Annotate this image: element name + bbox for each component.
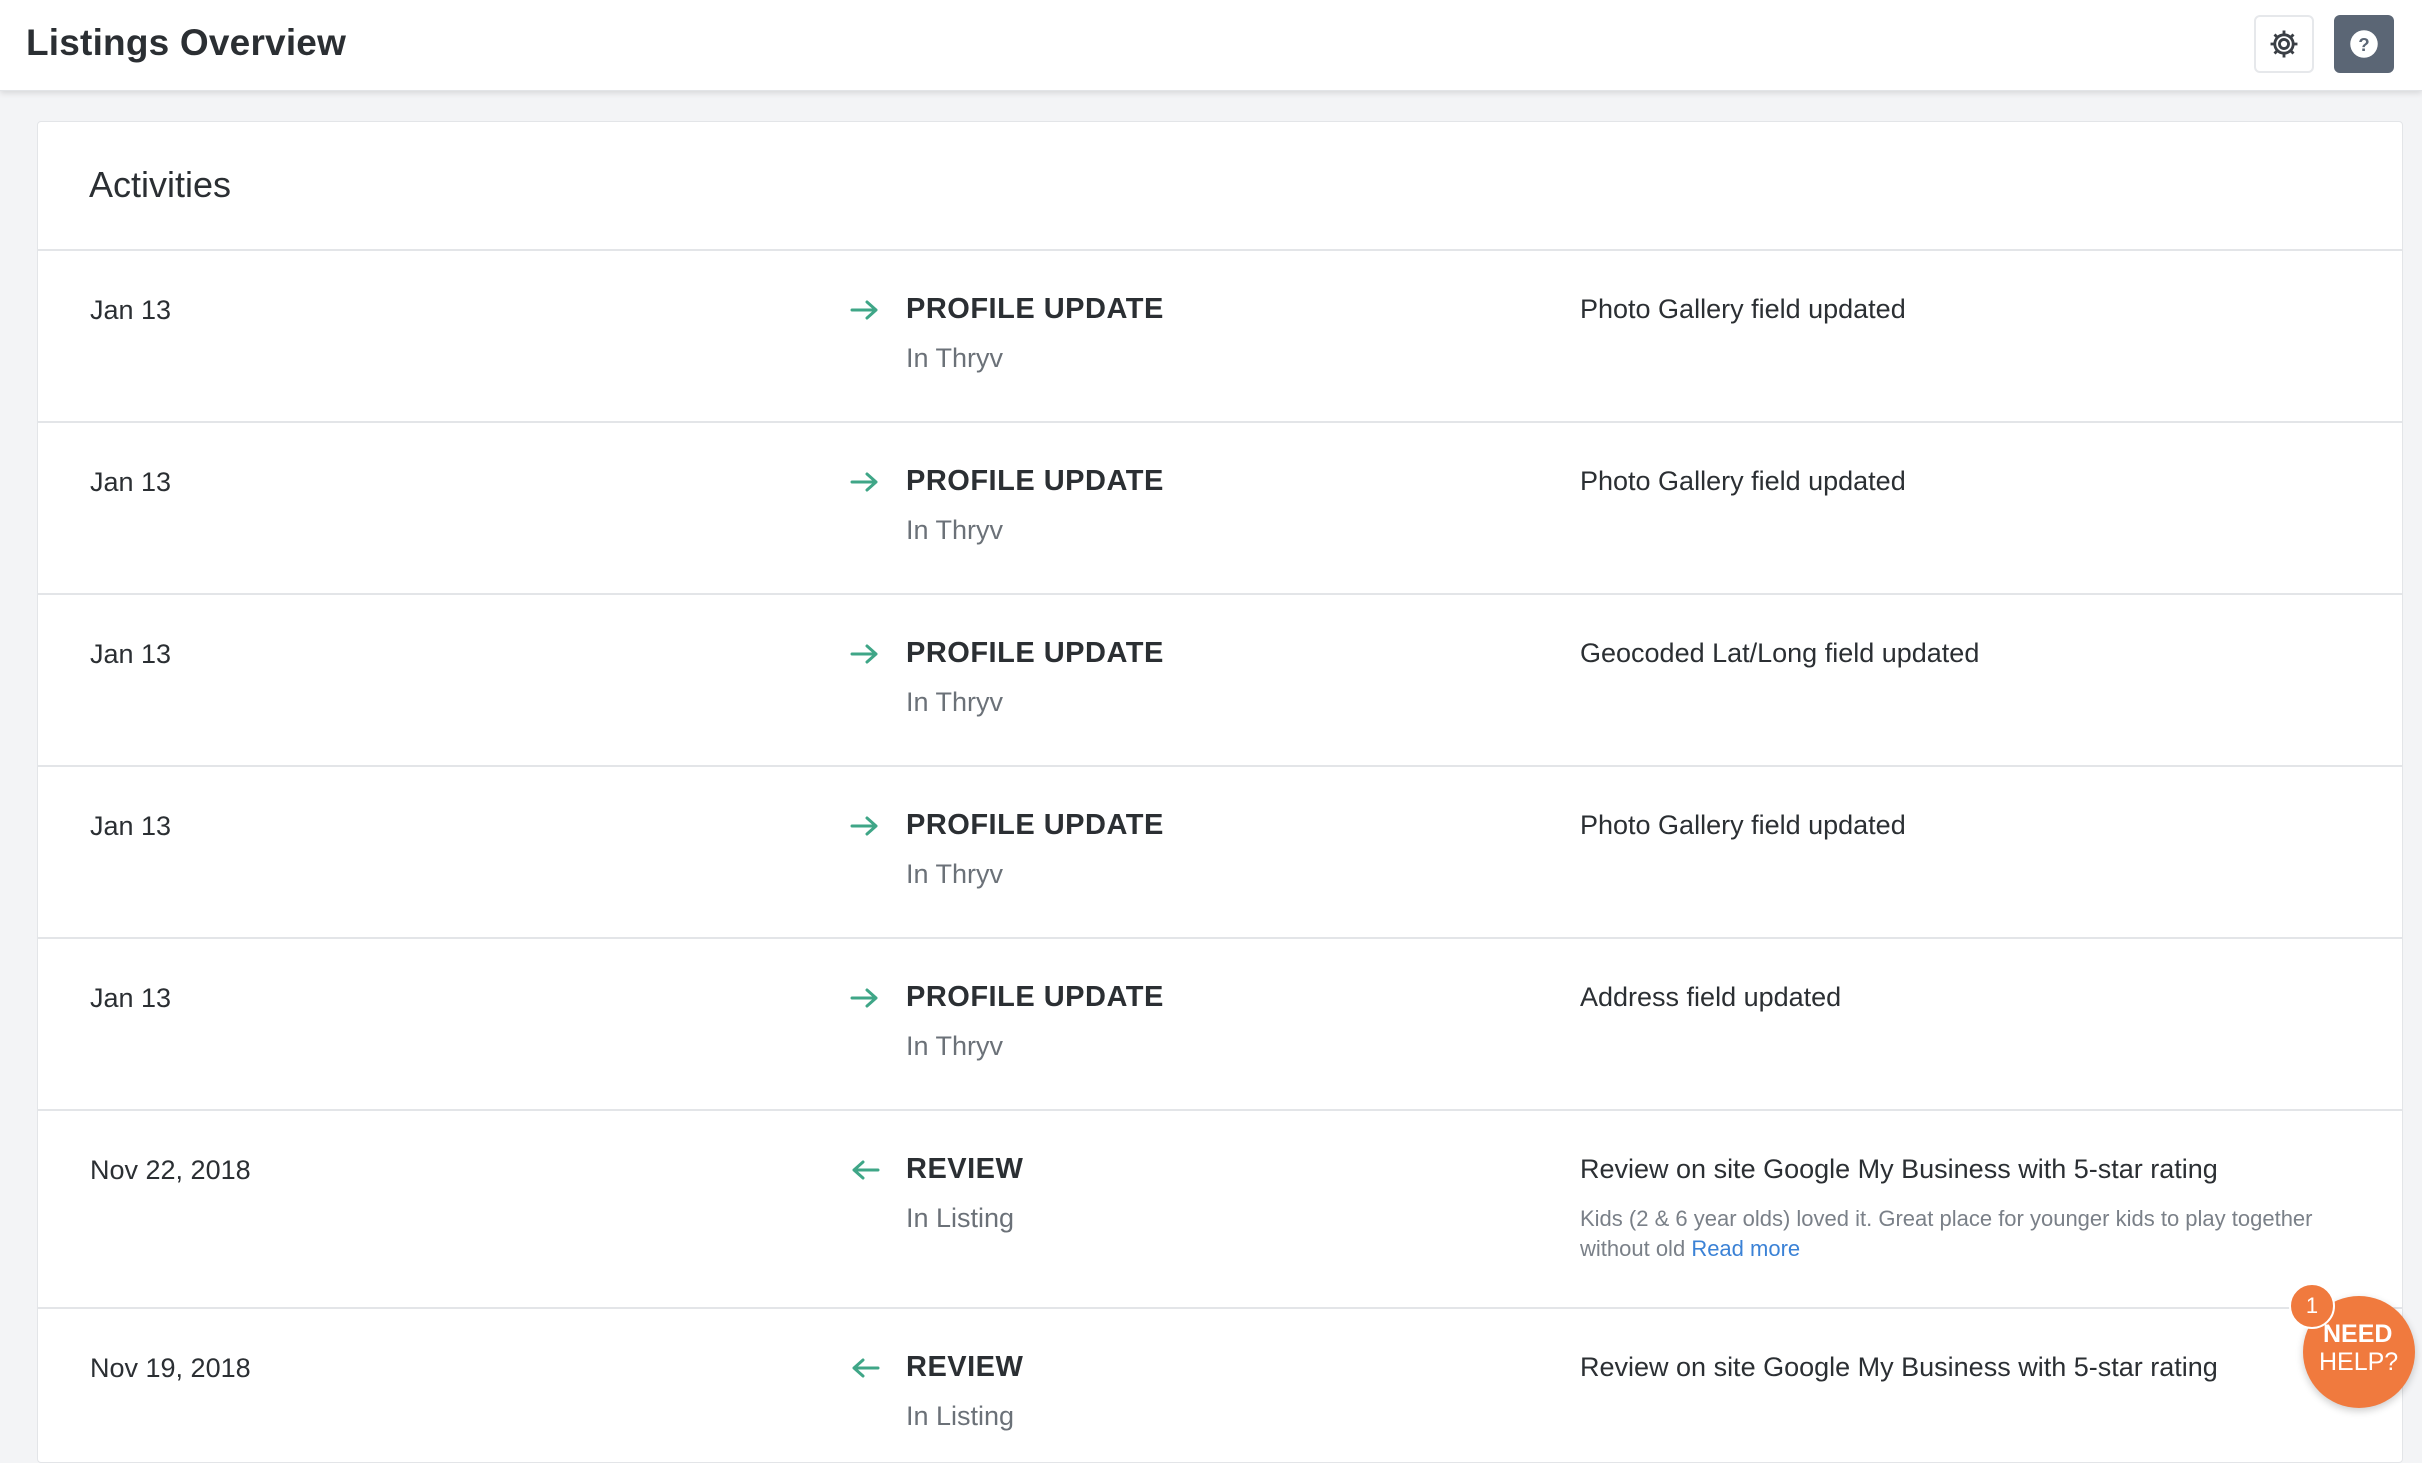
arrow-right-icon [850, 300, 878, 320]
activity-date: Jan 13 [90, 811, 172, 841]
read-more-link[interactable]: Read more [1691, 1236, 1800, 1261]
activity-row: Jan 13 PROFILE UPDATE In Thryv Address f… [38, 939, 2402, 1111]
activity-type: PROFILE UPDATE [906, 465, 1164, 497]
activity-date: Jan 13 [90, 467, 172, 497]
activity-type: PROFILE UPDATE [906, 809, 1164, 841]
need-help-line2: HELP? [2319, 1348, 2399, 1376]
activity-row: Jan 13 PROFILE UPDATE In Thryv Photo Gal… [38, 767, 2402, 939]
question-circle-icon: ? [2350, 30, 2378, 58]
activity-row: Jan 13 PROFILE UPDATE In Thryv Geocoded … [38, 595, 2402, 767]
review-excerpt: Kids (2 & 6 year olds) loved it. Great p… [1580, 1204, 2370, 1264]
activity-row: Nov 22, 2018 REVIEW In Listing Review on… [38, 1111, 2402, 1309]
help-button[interactable]: ? [2334, 15, 2394, 73]
activity-row: Jan 13 PROFILE UPDATE In Thryv Photo Gal… [38, 423, 2402, 595]
activity-source: In Thryv [906, 859, 1004, 889]
activity-source: In Thryv [906, 515, 1004, 545]
arrow-right-icon [850, 472, 878, 492]
gear-icon [2270, 30, 2298, 58]
activity-description: Address field updated [1580, 982, 1842, 1012]
activity-description: Geocoded Lat/Long field updated [1580, 638, 1980, 668]
activities-title: Activities [89, 164, 232, 205]
activity-date: Jan 13 [90, 983, 172, 1013]
activity-type: REVIEW [906, 1153, 1024, 1185]
activity-type: PROFILE UPDATE [906, 981, 1164, 1013]
activity-description: Review on site Google My Business with 5… [1580, 1154, 2218, 1184]
arrow-right-icon [850, 988, 878, 1008]
activity-description: Review on site Google My Business with 5… [1580, 1352, 2218, 1382]
notification-badge: 1 [2289, 1283, 2335, 1329]
activity-row: Nov 19, 2018 REVIEW In Listing Review on… [38, 1309, 2402, 1462]
activity-source: In Thryv [906, 343, 1004, 373]
arrow-left-icon [852, 1358, 880, 1378]
activity-type: PROFILE UPDATE [906, 637, 1164, 669]
activity-description: Photo Gallery field updated [1580, 294, 1906, 324]
svg-text:?: ? [2358, 34, 2369, 55]
top-bar: Listings Overview ? [0, 0, 2422, 91]
activity-description: Photo Gallery field updated [1580, 466, 1906, 496]
activity-source: In Thryv [906, 687, 1004, 717]
activities-header: Activities [38, 122, 2402, 251]
activity-date: Nov 19, 2018 [90, 1353, 251, 1383]
settings-button[interactable] [2254, 15, 2314, 73]
need-help-line1: NEED [2323, 1320, 2393, 1348]
activity-description: Photo Gallery field updated [1580, 810, 1906, 840]
activity-source: In Listing [906, 1401, 1015, 1431]
activity-type: PROFILE UPDATE [906, 293, 1164, 325]
arrow-left-icon [852, 1160, 880, 1180]
arrow-right-icon [850, 644, 878, 664]
activity-row: Jan 13 PROFILE UPDATE In Thryv Photo Gal… [38, 251, 2402, 423]
review-excerpt-text: Kids (2 & 6 year olds) loved it. Great p… [1580, 1206, 2313, 1261]
activity-source: In Thryv [906, 1031, 1004, 1061]
activity-date: Jan 13 [90, 295, 172, 325]
page-title: Listings Overview [26, 22, 347, 63]
arrow-right-icon [850, 816, 878, 836]
activity-type: REVIEW [906, 1351, 1024, 1383]
activity-date: Jan 13 [90, 639, 172, 669]
activity-source: In Listing [906, 1203, 1015, 1233]
activities-card: Activities Jan 13 PROFILE UPDATE In Thry… [37, 121, 2403, 1463]
activity-date: Nov 22, 2018 [90, 1155, 251, 1185]
